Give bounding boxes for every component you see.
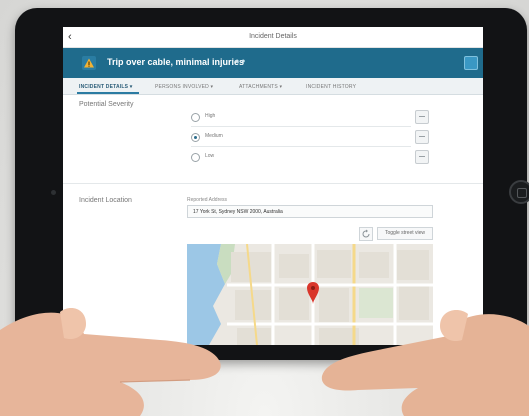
radio-medium[interactable] <box>191 133 200 142</box>
radio-low[interactable] <box>191 153 200 162</box>
option-edit-button[interactable] <box>415 150 429 164</box>
radio-high[interactable] <box>191 113 200 122</box>
row-divider <box>191 126 411 127</box>
incident-title: Trip over cable, minimal injuries <box>107 57 245 67</box>
option-edit-button[interactable] <box>415 110 429 124</box>
status-dots: ● ● <box>235 58 246 65</box>
radio-label-medium: Medium <box>205 133 223 139</box>
right-hand <box>321 310 529 416</box>
tab-incident-details[interactable]: INCIDENT DETAILS ▾ <box>79 84 133 90</box>
tab-persons-involved[interactable]: PERSONS INVOLVED ▾ <box>155 84 213 90</box>
header-action-button[interactable] <box>464 56 478 70</box>
option-edit-button[interactable] <box>415 130 429 144</box>
tab-incident-history[interactable]: INCIDENT HISTORY <box>306 84 356 90</box>
location-label: Incident Location <box>79 197 132 204</box>
address-input[interactable]: 17 York St, Sydney NSW 2000, Australia <box>187 205 433 218</box>
home-button[interactable] <box>509 180 529 204</box>
radio-label-high: High <box>205 113 216 119</box>
row-divider <box>191 146 411 147</box>
refresh-icon[interactable] <box>359 227 373 241</box>
radio-label-low: Low <box>205 153 215 159</box>
address-field-label: Reported Address <box>187 197 228 203</box>
severity-option-medium[interactable]: Medium <box>191 131 431 145</box>
camera-lens <box>51 190 56 195</box>
page-title: Incident Details <box>249 33 297 40</box>
title-bar: ‹ Incident Details <box>63 27 483 48</box>
incident-header: Trip over cable, minimal injuries ● ● <box>63 48 483 78</box>
severity-option-high[interactable]: High <box>191 111 431 125</box>
severity-option-low[interactable]: Low <box>191 151 431 165</box>
warning-triangle-icon <box>82 56 96 70</box>
severity-label: Potential Severity <box>79 101 134 108</box>
tab-bar: INCIDENT DETAILS ▾ PERSONS INVOLVED ▾ AT… <box>63 78 483 95</box>
section-divider <box>63 183 483 184</box>
toggle-street-view-button[interactable]: Toggle street view <box>377 227 433 240</box>
tab-attachments[interactable]: ATTACHMENTS ▾ <box>239 84 282 90</box>
active-tab-indicator <box>77 92 139 94</box>
left-hand <box>0 308 221 416</box>
